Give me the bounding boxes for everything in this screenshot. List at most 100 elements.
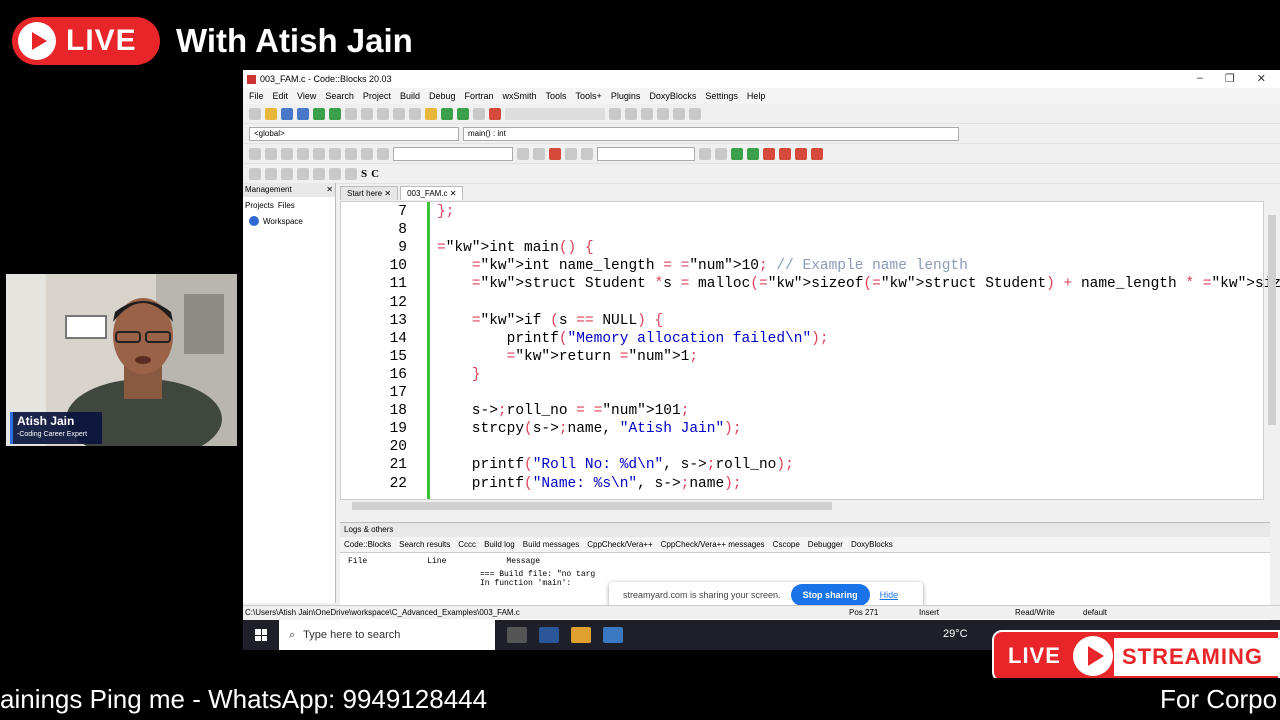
menu-edit[interactable]: Edit bbox=[273, 91, 289, 101]
pointer-icon[interactable] bbox=[249, 167, 261, 180]
prev-icon[interactable] bbox=[361, 147, 373, 160]
flag-prev-icon[interactable] bbox=[779, 147, 791, 160]
panel-icon[interactable] bbox=[281, 167, 293, 180]
menu-search[interactable]: Search bbox=[325, 91, 354, 101]
window-icon[interactable] bbox=[265, 167, 277, 180]
close-icon[interactable]: ✕ bbox=[326, 185, 333, 195]
menu-help[interactable]: Help bbox=[747, 91, 766, 101]
minimize-button[interactable]: – bbox=[1197, 72, 1203, 85]
find-combo[interactable] bbox=[597, 146, 695, 161]
rebuild-icon[interactable] bbox=[473, 107, 485, 120]
build-run-icon[interactable] bbox=[457, 107, 469, 120]
log-tab-doxyblocks[interactable]: DoxyBlocks bbox=[851, 540, 893, 549]
highlight-icon[interactable] bbox=[549, 147, 561, 160]
bookmark-icon[interactable] bbox=[313, 147, 325, 160]
menu-tools-plus[interactable]: Tools+ bbox=[576, 91, 602, 101]
step-out-icon[interactable] bbox=[657, 107, 669, 120]
scroll-thumb[interactable] bbox=[1268, 215, 1276, 425]
codeblocks-taskbar-icon[interactable] bbox=[571, 627, 591, 643]
abort-icon[interactable] bbox=[489, 107, 501, 120]
horizontal-scrollbar[interactable] bbox=[340, 500, 1264, 512]
code-editor[interactable]: 7 8 9 10 11 12 13 14 15 16 17 18 19 20 21 22 }; ="kw">in… bbox=[340, 201, 1280, 500]
open-file-icon[interactable] bbox=[265, 107, 277, 120]
menu-view[interactable]: View bbox=[297, 91, 316, 101]
debug-icon[interactable] bbox=[609, 107, 621, 120]
replace-icon[interactable] bbox=[409, 107, 421, 120]
save-all-icon[interactable] bbox=[297, 107, 309, 120]
log-tab-build-messages[interactable]: Build messages bbox=[522, 540, 580, 549]
scroll-thumb[interactable] bbox=[352, 502, 832, 510]
go-back-icon[interactable] bbox=[731, 147, 743, 160]
save-icon[interactable] bbox=[281, 107, 293, 120]
taskbar-search[interactable]: ⌕ Type here to search bbox=[279, 620, 495, 650]
log-tab-cppcheck-messages[interactable]: CppCheck/Vera++ messages bbox=[661, 540, 765, 549]
jump-icon[interactable] bbox=[329, 147, 341, 160]
flag-clear-icon[interactable] bbox=[811, 147, 823, 160]
tab-projects[interactable]: Projects bbox=[245, 201, 274, 210]
uncomment-icon[interactable] bbox=[265, 147, 277, 160]
stop-sharing-button[interactable]: Stop sharing bbox=[790, 584, 870, 606]
flag-next-icon[interactable] bbox=[795, 147, 807, 160]
stop-debug-icon[interactable] bbox=[689, 107, 701, 120]
flag-icon[interactable] bbox=[763, 147, 775, 160]
log-tab-cccc[interactable]: Cccc bbox=[458, 540, 476, 549]
layout-icon[interactable] bbox=[313, 167, 325, 180]
app-icon[interactable] bbox=[603, 627, 623, 643]
menu-debug[interactable]: Debug bbox=[429, 91, 456, 101]
paste-icon[interactable] bbox=[377, 107, 389, 120]
menu-plugins[interactable]: Plugins bbox=[611, 91, 641, 101]
arrow-left-icon[interactable] bbox=[517, 147, 529, 160]
scope-global-combo[interactable]: <global> bbox=[249, 126, 459, 141]
task-view-icon[interactable] bbox=[507, 627, 527, 643]
step-icon[interactable] bbox=[625, 107, 637, 120]
hide-link[interactable]: Hide bbox=[880, 590, 899, 600]
menu-doxyblocks[interactable]: DoxyBlocks bbox=[649, 91, 696, 101]
step-into-icon[interactable] bbox=[641, 107, 653, 120]
doc-comment-icon[interactable] bbox=[281, 147, 293, 160]
doc-block-icon[interactable] bbox=[297, 147, 309, 160]
menu-settings[interactable]: Settings bbox=[705, 91, 738, 101]
match-case-icon[interactable] bbox=[565, 147, 577, 160]
close-button[interactable]: ✕ bbox=[1257, 72, 1266, 85]
comment-icon[interactable] bbox=[249, 147, 261, 160]
settings-icon[interactable] bbox=[715, 147, 727, 160]
regex-icon[interactable] bbox=[581, 147, 593, 160]
find-icon[interactable] bbox=[393, 107, 405, 120]
undo-icon[interactable] bbox=[313, 107, 325, 120]
next-icon[interactable] bbox=[377, 147, 389, 160]
word-icon[interactable] bbox=[539, 627, 559, 643]
log-tab-debugger[interactable]: Debugger bbox=[808, 540, 843, 549]
scope-function-combo[interactable]: main() : int bbox=[463, 126, 959, 141]
log-tab-codeblocks[interactable]: Code::Blocks bbox=[344, 540, 391, 549]
menu-wxsmith[interactable]: wxSmith bbox=[503, 91, 537, 101]
zoom-in-icon[interactable] bbox=[329, 167, 341, 180]
c-icon[interactable]: C bbox=[371, 168, 379, 180]
menu-fortran[interactable]: Fortran bbox=[464, 91, 493, 101]
panel2-icon[interactable] bbox=[297, 167, 309, 180]
run-icon[interactable] bbox=[441, 107, 453, 120]
maximize-button[interactable]: ❐ bbox=[1225, 72, 1235, 85]
copy-icon[interactable] bbox=[361, 107, 373, 120]
redo-icon[interactable] bbox=[329, 107, 341, 120]
build-icon[interactable] bbox=[425, 107, 437, 120]
workspace-node[interactable]: Workspace bbox=[243, 214, 335, 228]
build-target-combo[interactable] bbox=[505, 107, 605, 120]
menu-tools[interactable]: Tools bbox=[546, 91, 567, 101]
wrench-icon[interactable] bbox=[345, 147, 357, 160]
pause-icon[interactable] bbox=[673, 107, 685, 120]
menu-file[interactable]: File bbox=[249, 91, 264, 101]
s-icon[interactable]: S bbox=[361, 168, 367, 180]
tab-start-here[interactable]: Start here ✕ bbox=[340, 186, 399, 200]
go-forward-icon[interactable] bbox=[747, 147, 759, 160]
new-file-icon[interactable] bbox=[249, 107, 261, 120]
arrow-right-icon[interactable] bbox=[533, 147, 545, 160]
zoom-icon[interactable] bbox=[699, 147, 711, 160]
menu-build[interactable]: Build bbox=[400, 91, 420, 101]
log-tab-cscope[interactable]: Cscope bbox=[773, 540, 800, 549]
zoom-out-icon[interactable] bbox=[345, 167, 357, 180]
menu-project[interactable]: Project bbox=[363, 91, 391, 101]
log-tab-cppcheck[interactable]: CppCheck/Vera++ bbox=[587, 540, 652, 549]
cut-icon[interactable] bbox=[345, 107, 357, 120]
tab-files[interactable]: Files bbox=[278, 201, 295, 210]
windows-start-icon[interactable] bbox=[243, 620, 279, 650]
